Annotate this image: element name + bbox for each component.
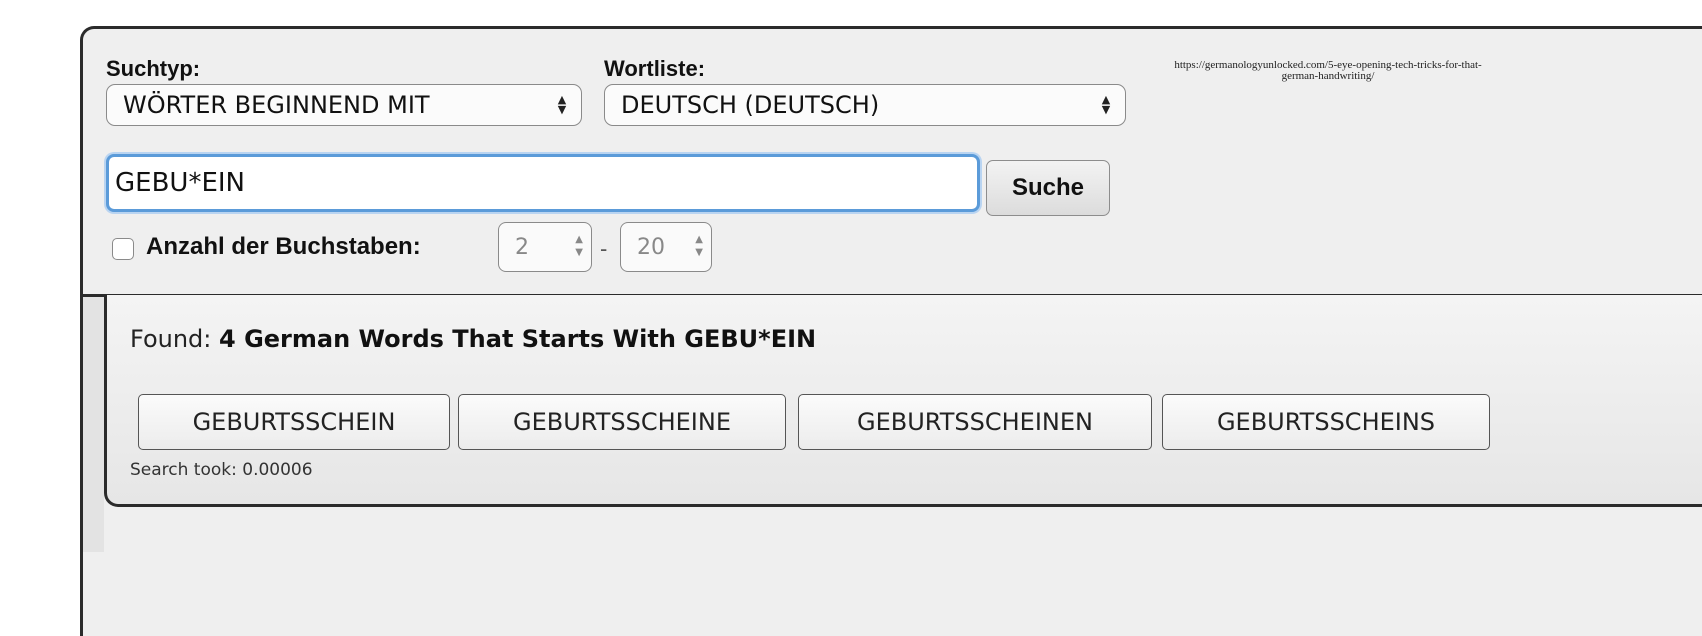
- letter-count-checkbox[interactable]: [112, 238, 134, 260]
- up-down-chevron-icon: ▲ ▼: [1101, 93, 1111, 116]
- min-letters-stepper[interactable]: 2 ▲ ▼: [498, 222, 592, 272]
- up-down-chevron-icon: ▲ ▼: [557, 93, 567, 116]
- word-list-value: DEUTSCH (DEUTSCH): [621, 91, 880, 119]
- range-separator: -: [600, 236, 608, 261]
- word-button[interactable]: GEBURTSSCHEINS: [1162, 394, 1490, 450]
- found-text: 4 German Words That Starts With GEBU*EIN: [219, 325, 817, 353]
- word-list-select[interactable]: DEUTSCH (DEUTSCH) ▲ ▼: [604, 84, 1126, 126]
- max-letters-stepper[interactable]: 20 ▲ ▼: [620, 222, 712, 272]
- search-type-label: Suchtyp:: [106, 56, 201, 81]
- found-prefix: Found:: [130, 325, 212, 353]
- search-type-value: WÖRTER BEGINNEND MIT: [123, 91, 430, 119]
- up-down-chevron-icon: ▲ ▼: [695, 234, 703, 258]
- search-input[interactable]: [106, 154, 980, 212]
- max-letters-value: 20: [637, 234, 665, 260]
- results-left-gutter: [80, 297, 104, 552]
- search-type-select[interactable]: WÖRTER BEGINNEND MIT ▲ ▼: [106, 84, 582, 126]
- search-button[interactable]: Suche: [986, 160, 1110, 216]
- up-down-chevron-icon: ▲ ▼: [575, 234, 583, 258]
- search-time: Search took: 0.00006: [130, 460, 313, 480]
- source-url-note: https://germanologyunlocked.com/5-eye-op…: [1174, 59, 1482, 82]
- word-button[interactable]: GEBURTSSCHEINEN: [798, 394, 1152, 450]
- word-button[interactable]: GEBURTSSCHEINE: [458, 394, 786, 450]
- letter-count-label: Anzahl der Buchstaben:: [146, 233, 421, 260]
- results-summary: Found: 4 German Words That Starts With G…: [130, 325, 816, 353]
- word-list-label: Wortliste:: [604, 56, 706, 81]
- results-left-border: [80, 297, 83, 552]
- min-letters-value: 2: [515, 234, 529, 260]
- word-button[interactable]: GEBURTSSCHEIN: [138, 394, 450, 450]
